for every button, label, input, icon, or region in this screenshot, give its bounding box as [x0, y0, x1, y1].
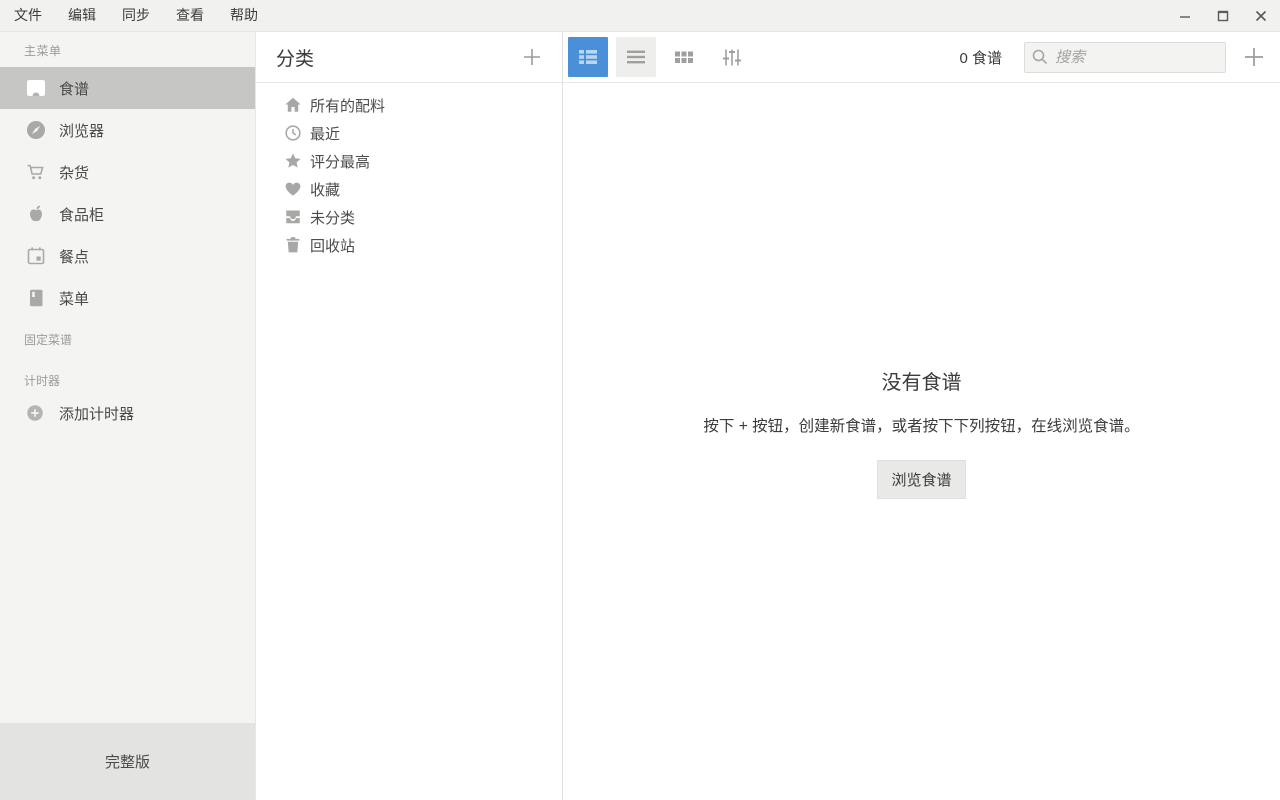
filters-button[interactable] [712, 37, 752, 77]
view-grid-button[interactable] [664, 37, 704, 77]
sidebar-section-pinned: 固定菜谱 [24, 333, 73, 347]
search-input[interactable] [1024, 41, 1226, 73]
menu-help[interactable]: 帮助 [217, 0, 271, 31]
recipes-content: 没有食谱 按下 + 按钮，创建新食谱，或者按下下列按钮，在线浏览食谱。 浏览食谱 [563, 83, 1280, 800]
category-item-uncategorized[interactable]: 未分类 [256, 203, 562, 231]
category-label: 评分最高 [310, 153, 371, 171]
footer-text: 完整版 [104, 754, 150, 771]
sidebar-item-menus[interactable]: 菜单 [0, 277, 255, 319]
search-box [1024, 41, 1226, 73]
heart-icon [284, 180, 302, 198]
calendar-icon [26, 246, 46, 266]
sidebar-item-meals[interactable]: 餐点 [0, 235, 255, 277]
maximize-button[interactable] [1204, 0, 1242, 31]
inbox-icon [284, 208, 302, 226]
category-label: 收藏 [310, 181, 341, 199]
menu-file[interactable]: 文件 [1, 0, 55, 31]
toolbar-right: 0 食谱 [959, 41, 1268, 73]
apple-icon [26, 204, 46, 224]
recipes-toolbar: 0 食谱 [563, 32, 1280, 83]
main-area: 0 食谱 没有食谱 按下 + 按钮，创建新食谱，或者按下下列按钮，在线浏 [563, 32, 1280, 800]
empty-state-title: 没有食谱 [881, 372, 962, 394]
recipe-icon [26, 78, 46, 98]
category-label: 所有的配料 [310, 97, 386, 115]
cart-icon [26, 162, 46, 182]
category-item-top-rated[interactable]: 评分最高 [256, 147, 562, 175]
categories-panel: 分类 所有的配料 最近 评分最高 收藏 未分类 回收站 [256, 32, 563, 800]
sidebar-item-groceries[interactable]: 杂货 [0, 151, 255, 193]
menu-sync[interactable]: 同步 [109, 0, 163, 31]
view-detail-list-button[interactable] [568, 37, 608, 77]
sidebar-item-browser[interactable]: 浏览器 [0, 109, 255, 151]
category-item-favorites[interactable]: 收藏 [256, 175, 562, 203]
window-controls [1166, 0, 1280, 31]
add-timer-label: 添加计时器 [59, 405, 135, 423]
main-sidebar: 主菜单 食谱 浏览器 杂货 食品柜 餐点 菜单 固定菜谱 计时器 添加计时器 完… [0, 32, 256, 800]
empty-state-description: 按下 + 按钮，创建新食谱，或者按下下列按钮，在线浏览食谱。 [703, 418, 1140, 435]
category-item-recent[interactable]: 最近 [256, 119, 562, 147]
sidebar-section-main: 主菜单 [24, 44, 62, 58]
sidebar-item-label: 餐点 [59, 248, 90, 266]
category-label: 回收站 [310, 237, 356, 255]
compass-icon [26, 120, 46, 140]
book-icon [26, 288, 46, 308]
empty-state: 没有食谱 按下 + 按钮，创建新食谱，或者按下下列按钮，在线浏览食谱。 浏览食谱 [703, 366, 1140, 499]
full-version-label: 完整版 [0, 723, 255, 800]
browse-recipes-button[interactable]: 浏览食谱 [877, 460, 966, 499]
menu-bar: 文件 编辑 同步 查看 帮助 [0, 0, 1280, 32]
app-window: 文件 编辑 同步 查看 帮助 主菜单 食谱 浏览器 杂货 食品柜 餐点 菜单 固… [0, 0, 1280, 800]
clock-icon [284, 124, 302, 142]
category-label: 未分类 [310, 209, 356, 227]
sidebar-item-label: 浏览器 [59, 122, 105, 140]
categories-header: 分类 [256, 32, 562, 83]
home-icon [284, 96, 302, 114]
minimize-button[interactable] [1166, 0, 1204, 31]
sidebar-item-label: 食谱 [59, 80, 90, 98]
plus-circle-icon [26, 404, 44, 422]
view-list-button[interactable] [616, 37, 656, 77]
sidebar-section-timers: 计时器 [24, 374, 61, 388]
categories-title: 分类 [276, 48, 315, 70]
sidebar-item-label: 食品柜 [59, 206, 105, 224]
menu-edit[interactable]: 编辑 [55, 0, 109, 31]
close-button[interactable] [1242, 0, 1280, 31]
menu-view[interactable]: 查看 [163, 0, 217, 31]
sidebar-item-recipes[interactable]: 食谱 [0, 67, 255, 109]
categories-list: 所有的配料 最近 评分最高 收藏 未分类 回收站 [256, 83, 562, 259]
category-label: 最近 [310, 125, 341, 143]
sidebar-item-label: 杂货 [59, 164, 90, 182]
add-recipe-button[interactable] [1240, 43, 1268, 71]
star-icon [284, 152, 302, 170]
sidebar-item-pantry[interactable]: 食品柜 [0, 193, 255, 235]
recipe-count: 0 食谱 [959, 49, 1002, 67]
add-category-button[interactable] [520, 45, 544, 69]
trash-icon [284, 236, 302, 254]
category-item-all-ingredients[interactable]: 所有的配料 [256, 91, 562, 119]
category-item-trash[interactable]: 回收站 [256, 231, 562, 259]
add-timer-button[interactable]: 添加计时器 [0, 395, 255, 431]
sidebar-item-label: 菜单 [59, 290, 90, 308]
